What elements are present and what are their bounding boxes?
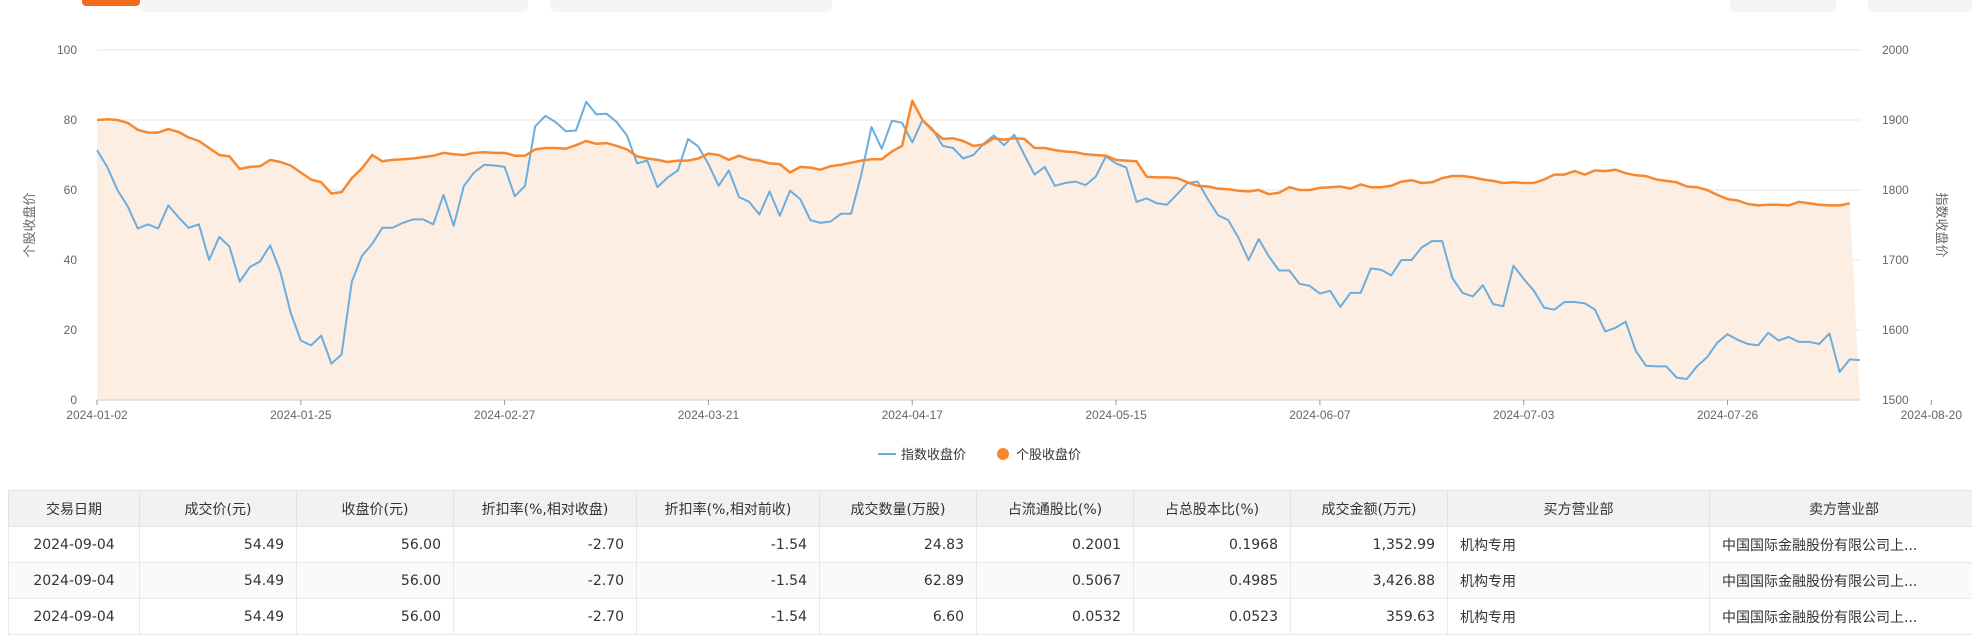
table-cell: 中国国际金融股份有限公司上... <box>1709 562 1972 599</box>
x-tick-label: 2024-07-26 <box>1697 408 1759 422</box>
y-left-tick-label: 0 <box>70 393 77 407</box>
table-row[interactable]: 2024-09-04 54.49 56.00 -2.70 -1.54 6.60 0.0532… <box>8 598 1972 635</box>
x-tick-label: 2024-08-20 <box>1901 408 1963 422</box>
table-cell: -2.70 <box>453 562 637 599</box>
table-cell: 0.0532 <box>976 598 1134 635</box>
table-header-row: 交易日期 成交价(元) 收盘价(元) 折扣率(%,相对收盘) 折扣率(%,相对前收) 成交… <box>8 490 1972 527</box>
column-header[interactable]: 折扣率(%,相对前收) <box>636 490 820 527</box>
table-cell: 机构专用 <box>1447 526 1710 563</box>
column-header[interactable]: 折扣率(%,相对收盘) <box>453 490 637 527</box>
y-left-tick-label: 40 <box>64 253 78 267</box>
table-cell: 56.00 <box>296 562 454 599</box>
column-header[interactable]: 成交价(元) <box>139 490 297 527</box>
table-cell: -1.54 <box>636 562 820 599</box>
table-cell: 0.1968 <box>1133 526 1291 563</box>
column-header[interactable]: 卖方营业部 <box>1709 490 1972 527</box>
y-left-tick-label: 20 <box>64 323 78 337</box>
x-tick-label: 2024-06-07 <box>1289 408 1351 422</box>
table-cell: 56.00 <box>296 598 454 635</box>
table-cell: 54.49 <box>139 562 297 599</box>
x-tick-label: 2024-01-02 <box>66 408 128 422</box>
column-header[interactable]: 收盘价(元) <box>296 490 454 527</box>
table-cell: 62.89 <box>819 562 977 599</box>
y-left-tick-label: 60 <box>64 183 78 197</box>
table-cell: 0.2001 <box>976 526 1134 563</box>
y-right-tick-label: 1700 <box>1882 253 1909 267</box>
table-cell: 2024-09-04 <box>8 562 140 599</box>
table-cell: 0.4985 <box>1133 562 1291 599</box>
table-cell: 54.49 <box>139 598 297 635</box>
chart-legend[interactable]: 指数收盘价 个股收盘价 <box>878 447 1081 463</box>
table-cell: -1.54 <box>636 598 820 635</box>
table-cell: 2024-09-04 <box>8 526 140 563</box>
x-tick-label: 2024-04-17 <box>882 408 944 422</box>
table-cell: 359.63 <box>1290 598 1448 635</box>
table-cell: 0.5067 <box>976 562 1134 599</box>
table-cell: 24.83 <box>819 526 977 563</box>
table-cell: 机构专用 <box>1447 562 1710 599</box>
column-header[interactable]: 成交金额(万元) <box>1290 490 1448 527</box>
left-axis-title: 个股收盘价 <box>22 192 38 257</box>
y-right-tick-label: 1600 <box>1882 323 1909 337</box>
y-right-tick-label: 1900 <box>1882 113 1909 127</box>
table-cell: 2024-09-04 <box>8 598 140 635</box>
table-row[interactable]: 2024-09-04 54.49 56.00 -2.70 -1.54 24.83 0.200… <box>8 526 1972 563</box>
y-left-tick-label: 80 <box>64 113 78 127</box>
table-cell: 6.60 <box>819 598 977 635</box>
block-trade-table: 交易日期 成交价(元) 收盘价(元) 折扣率(%,相对收盘) 折扣率(%,相对前收) 成交… <box>8 490 1972 635</box>
x-tick-label: 2024-05-15 <box>1085 408 1147 422</box>
x-tick-label: 2024-03-21 <box>678 408 740 422</box>
x-tick-label: 2024-07-03 <box>1493 408 1555 422</box>
table-cell: 中国国际金融股份有限公司上... <box>1709 526 1972 563</box>
legend-index-label[interactable]: 指数收盘价 <box>901 447 966 463</box>
column-header[interactable]: 交易日期 <box>8 490 140 527</box>
table-cell: 56.00 <box>296 526 454 563</box>
column-header[interactable]: 占流通股比(%) <box>976 490 1134 527</box>
table-cell: -2.70 <box>453 526 637 563</box>
y-left-tick-label: 100 <box>57 43 77 57</box>
column-header[interactable]: 买方营业部 <box>1447 490 1710 527</box>
y-right-tick-label: 1500 <box>1882 393 1909 407</box>
x-tick-label: 2024-01-25 <box>270 408 332 422</box>
right-axis-title: 指数收盘价 <box>1933 192 1949 257</box>
y-right-tick-label: 1800 <box>1882 183 1909 197</box>
price-chart: 0 20 40 60 80 100 1500 1600 1700 1800 1900 2000 2024… <box>22 43 1963 463</box>
table-row[interactable]: 2024-09-04 54.49 56.00 -2.70 -1.54 62.89 0.506… <box>8 562 1972 599</box>
table-cell: 0.0523 <box>1133 598 1291 635</box>
table-cell: 中国国际金融股份有限公司上... <box>1709 598 1972 635</box>
table-cell: 54.49 <box>139 526 297 563</box>
legend-stock-label[interactable]: 个股收盘价 <box>1016 447 1081 463</box>
table-cell: 1,352.99 <box>1290 526 1448 563</box>
column-header[interactable]: 占总股本比(%) <box>1133 490 1291 527</box>
table-cell: -2.70 <box>453 598 637 635</box>
table-cell: -1.54 <box>636 526 820 563</box>
legend-stock-dot-icon <box>997 448 1009 460</box>
x-tick-label: 2024-02-27 <box>474 408 536 422</box>
table-cell: 3,426.88 <box>1290 562 1448 599</box>
y-right-tick-label: 2000 <box>1882 43 1909 57</box>
table-cell: 机构专用 <box>1447 598 1710 635</box>
column-header[interactable]: 成交数量(万股) <box>819 490 977 527</box>
